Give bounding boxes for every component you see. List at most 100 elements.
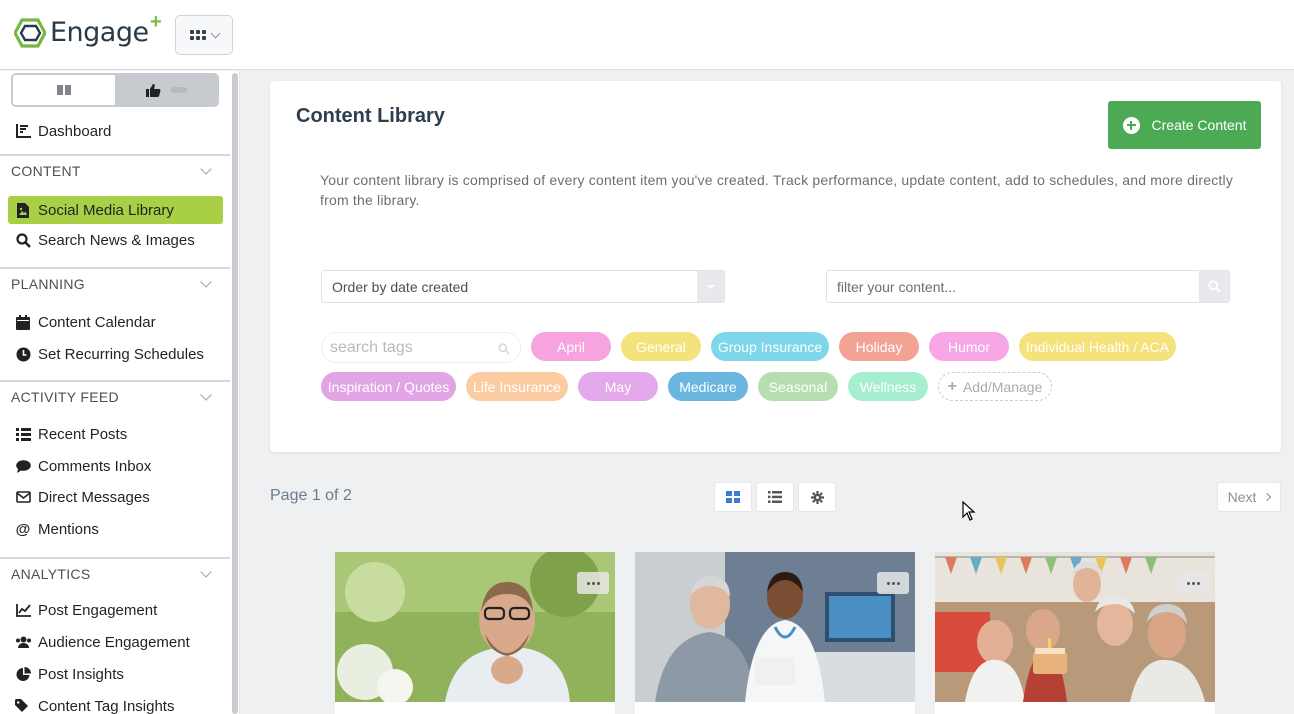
sidebar-item-recurring-schedules[interactable]: Set Recurring Schedules xyxy=(8,340,223,368)
tag-chip[interactable]: General xyxy=(621,332,701,361)
page-title: Content Library xyxy=(296,105,445,127)
tag-chip-label: Holiday xyxy=(855,338,903,355)
sidebar-item-content-calendar[interactable]: Content Calendar xyxy=(8,308,223,336)
sidebar-item-search-news[interactable]: Search News & Images xyxy=(8,226,223,254)
tag-chip-label: Medicare xyxy=(679,378,737,395)
logo[interactable]: Engage + xyxy=(14,11,162,48)
section-planning[interactable]: PLANNING xyxy=(0,267,230,299)
chevron-down-icon xyxy=(210,28,220,38)
next-page-button[interactable]: Next xyxy=(1217,482,1281,512)
tags-icon xyxy=(14,698,32,714)
sidebar-item-post-engagement[interactable]: Post Engagement xyxy=(8,596,223,624)
content-tile[interactable] xyxy=(935,552,1215,714)
pie-chart-icon xyxy=(14,666,32,682)
sidebar-mode-toggle[interactable] xyxy=(11,73,219,107)
sidebar-item-post-insights[interactable]: Post Insights xyxy=(8,660,223,688)
order-select[interactable]: Order by date created xyxy=(321,270,725,303)
line-chart-icon xyxy=(14,602,32,618)
library-description: Your content library is comprised of eve… xyxy=(320,172,1234,208)
sidebar-scrollbar[interactable] xyxy=(232,73,238,714)
sidebar-item-label: Search News & Images xyxy=(38,231,195,249)
content-tile[interactable] xyxy=(335,552,615,714)
list-view-button[interactable] xyxy=(756,482,794,512)
tag-chip-label: May xyxy=(604,378,632,395)
content-tile[interactable] xyxy=(635,552,915,714)
tag-chip-label: Individual Health / ACA xyxy=(1025,338,1170,355)
tag-chip[interactable]: Inspiration / Quotes xyxy=(321,372,456,401)
tag-chip[interactable]: Individual Health / ACA xyxy=(1019,332,1176,361)
section-content[interactable]: CONTENT xyxy=(0,154,230,186)
more-options-button[interactable] xyxy=(877,572,909,594)
add-manage-label: Add/Manage xyxy=(962,378,1043,395)
sidebar-item-label: Social Media Library xyxy=(38,201,174,219)
gear-icon xyxy=(810,490,824,504)
chevron-right-icon xyxy=(1263,492,1272,502)
create-content-label: Create Content xyxy=(1151,117,1247,133)
section-activity-feed[interactable]: ACTIVITY FEED xyxy=(0,380,230,412)
sidebar-item-audience-engagement[interactable]: Audience Engagement xyxy=(8,628,223,656)
search-icon xyxy=(498,342,510,360)
toggle-library-mode[interactable] xyxy=(13,75,115,105)
tag-chip[interactable]: Wellness xyxy=(848,372,928,401)
clock-icon xyxy=(14,346,32,362)
bar-chart-icon xyxy=(14,123,32,139)
chevron-down-icon xyxy=(200,275,212,288)
brand-name: Engage xyxy=(50,17,149,48)
sidebar-item-label: Post Insights xyxy=(38,665,124,683)
tag-search-input[interactable]: search tags xyxy=(321,332,521,363)
section-title: PLANNING xyxy=(11,276,85,292)
tag-search-placeholder: search tags xyxy=(330,338,413,356)
tag-chip-label: Wellness xyxy=(859,378,917,395)
tag-chip[interactable]: Life Insurance xyxy=(466,372,568,401)
app-switcher-button[interactable] xyxy=(175,15,233,55)
sidebar-item-comments-inbox[interactable]: Comments Inbox xyxy=(8,452,223,480)
search-icon[interactable] xyxy=(1199,271,1229,302)
more-options-button[interactable] xyxy=(577,572,609,594)
order-select-value: Order by date created xyxy=(332,278,469,295)
plus-icon: + xyxy=(947,377,957,395)
at-icon: @ xyxy=(15,520,31,538)
chevron-down-icon xyxy=(200,388,212,401)
grid-view-button[interactable] xyxy=(714,482,752,512)
list-icon xyxy=(14,426,32,442)
more-options-button[interactable] xyxy=(1177,572,1209,594)
sidebar-item-direct-messages[interactable]: Direct Messages xyxy=(8,483,223,511)
comment-icon xyxy=(14,458,32,474)
content-library-card: Content Library Create Content Your cont… xyxy=(270,81,1281,452)
sidebar-item-content-tag-insights[interactable]: Content Tag Insights xyxy=(8,692,223,714)
tag-chip[interactable]: Holiday xyxy=(839,332,919,361)
caret-down-icon[interactable] xyxy=(697,271,724,302)
chevron-down-icon xyxy=(200,162,212,175)
content-image[interactable] xyxy=(635,552,915,702)
file-image-icon xyxy=(14,202,32,218)
sidebar-item-mentions[interactable]: @ Mentions xyxy=(8,515,223,543)
section-title: ACTIVITY FEED xyxy=(11,389,119,405)
tag-chip[interactable]: Humor xyxy=(929,332,1009,361)
next-label: Next xyxy=(1227,489,1257,505)
sidebar-item-label: Comments Inbox xyxy=(38,457,152,475)
toggle-engage-mode[interactable] xyxy=(115,75,217,105)
tag-chip[interactable]: Seasonal xyxy=(758,372,838,401)
page-indicator: Page 1 of 2 xyxy=(270,487,352,504)
tag-chip-label: Inspiration / Quotes xyxy=(327,378,450,395)
tag-chip-label: Group Insurance xyxy=(717,338,823,355)
add-manage-tags-button[interactable]: + Add/Manage xyxy=(938,372,1052,401)
settings-button[interactable] xyxy=(798,482,836,512)
mouse-cursor-icon xyxy=(962,501,976,521)
tag-chip[interactable]: Medicare xyxy=(668,372,748,401)
sidebar-item-recent-posts[interactable]: Recent Posts xyxy=(8,420,223,448)
sidebar-item-dashboard[interactable]: Dashboard xyxy=(8,117,223,145)
sidebar-item-social-media-library[interactable]: Social Media Library xyxy=(8,196,223,224)
plus-circle-icon xyxy=(1122,116,1140,134)
tag-chip[interactable]: Group Insurance xyxy=(711,332,829,361)
content-image[interactable] xyxy=(935,552,1215,702)
tag-chip[interactable]: April xyxy=(531,332,611,361)
sidebar-item-label: Direct Messages xyxy=(38,488,150,506)
content-image[interactable] xyxy=(335,552,615,702)
sidebar-item-label: Recent Posts xyxy=(38,425,128,443)
create-content-button[interactable]: Create Content xyxy=(1108,101,1261,149)
chevron-down-icon xyxy=(200,565,212,578)
filter-content-input[interactable]: filter your content... xyxy=(826,270,1230,303)
section-analytics[interactable]: ANALYTICS xyxy=(0,557,230,589)
tag-chip[interactable]: May xyxy=(578,372,658,401)
